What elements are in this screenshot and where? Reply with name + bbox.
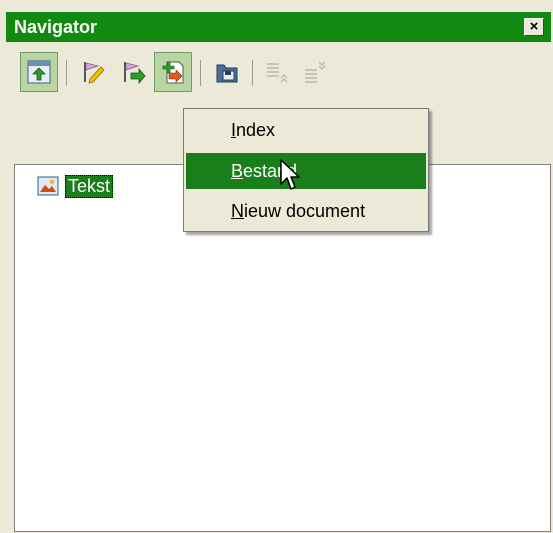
menu-item-nieuw-document[interactable]: Nieuw document	[186, 193, 426, 229]
toggle-button[interactable]	[20, 52, 58, 92]
edit-pencil-icon	[84, 62, 105, 84]
toolbar-separator	[66, 60, 67, 86]
edit-button[interactable]	[74, 52, 112, 92]
mouse-pointer-icon	[280, 159, 300, 190]
toolbar-separator	[200, 60, 201, 86]
navigator-toggle-icon	[27, 60, 51, 84]
insert-mode-menu: Index Bestand Nieuw document	[183, 108, 429, 232]
tree-item-label: Tekst	[65, 174, 114, 198]
window-title: Navigator	[14, 17, 98, 37]
title-bar[interactable]: Navigator ×	[6, 12, 551, 42]
flag-button[interactable]	[114, 52, 152, 92]
menu-item-label: ndex	[236, 120, 276, 140]
demote-button[interactable]	[296, 52, 334, 92]
promote-level-icon	[267, 63, 288, 83]
insert-button[interactable]	[154, 52, 192, 92]
navigator-toolbar	[16, 52, 546, 96]
insert-doc-icon	[162, 61, 184, 84]
menu-item-index[interactable]: Index	[186, 112, 426, 148]
demote-level-icon	[305, 61, 326, 83]
save-folder-icon	[216, 64, 238, 83]
menu-item-mnemonic: N	[231, 201, 244, 221]
tree-item[interactable]: Tekst	[37, 173, 114, 199]
toolbar-separator	[252, 60, 253, 86]
navigator-window: Navigator × Tekst	[6, 12, 551, 532]
text-section-icon	[37, 176, 59, 196]
menu-item-label: ieuw document	[244, 201, 366, 221]
close-button[interactable]: ×	[524, 18, 544, 36]
flag-arrow-icon	[124, 62, 146, 85]
promote-button[interactable]	[258, 52, 296, 92]
save-button[interactable]	[208, 52, 246, 92]
menu-item-mnemonic: B	[231, 161, 244, 181]
menu-item-bestand[interactable]: Bestand	[186, 153, 426, 189]
